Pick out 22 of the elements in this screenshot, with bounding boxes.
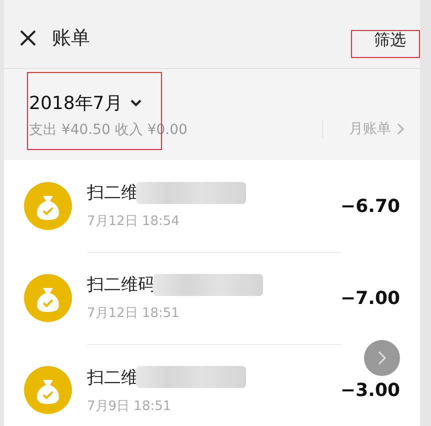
transaction-name: 扫二维	[87, 366, 138, 388]
transaction-amount: −3.00	[340, 380, 400, 400]
transaction-row[interactable]: 扫二维 7月12日 18:54 −6.70	[4, 160, 420, 252]
close-button[interactable]	[18, 28, 38, 48]
money-bag-icon	[24, 182, 72, 230]
money-bag-icon	[24, 366, 72, 414]
chevron-right-icon	[377, 351, 387, 365]
money-bag-icon	[24, 274, 72, 322]
transaction-amount: −6.70	[340, 196, 400, 216]
annotation-box	[351, 30, 420, 58]
close-icon	[19, 29, 37, 47]
chevron-right-icon	[397, 122, 404, 134]
chevron-down-icon	[130, 98, 142, 106]
filter-button[interactable]: 筛选	[374, 30, 406, 51]
transaction-amount: −7.00	[340, 288, 400, 308]
transaction-name: 扫二维	[87, 182, 138, 204]
page-title: 账单	[52, 26, 90, 51]
transaction-time: 7月9日 18:51	[87, 398, 172, 414]
month-selector[interactable]: 2018年7月	[29, 90, 188, 114]
transaction-time: 7月12日 18:51	[87, 305, 180, 322]
transaction-time: 7月12日 18:54	[87, 213, 180, 230]
transaction-row[interactable]: 扫二维 7月9日 18:51 −3.00	[4, 344, 420, 426]
